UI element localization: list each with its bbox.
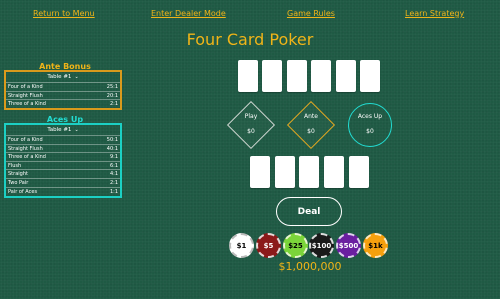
chip-100-face: $100 — [311, 241, 332, 250]
payout: 6:1 — [109, 162, 118, 169]
chip-500[interactable]: $500 — [336, 233, 361, 258]
dealer-card — [238, 60, 258, 92]
chip-100[interactable]: $100 — [309, 233, 334, 258]
chip-5[interactable]: $5 — [256, 233, 281, 258]
hand-name: Straight — [8, 171, 28, 178]
deal-button[interactable]: Deal — [276, 197, 342, 226]
chevron-down-icon: ⌄ — [74, 74, 79, 80]
top-nav: Return to Menu Enter Dealer Mode Game Ru… — [0, 9, 500, 23]
player-card — [324, 156, 344, 188]
payout: 4:1 — [109, 171, 118, 178]
dealer-card — [311, 60, 331, 92]
ante-label: Ante — [304, 113, 318, 120]
return-to-menu-link[interactable]: Return to Menu — [33, 9, 95, 18]
payout: 2:1 — [109, 101, 118, 108]
hand-name: Three of a Kind — [8, 154, 46, 161]
hand-name: Three of a Kind — [8, 101, 46, 108]
player-card — [250, 156, 270, 188]
dealer-card — [360, 60, 380, 92]
player-card — [275, 156, 295, 188]
aces-up-bet-spot[interactable] — [348, 103, 392, 147]
payout: 20:1 — [106, 92, 118, 99]
chip-1[interactable]: $1 — [229, 233, 254, 258]
enter-dealer-mode-link[interactable]: Enter Dealer Mode — [151, 9, 226, 18]
learn-strategy-link[interactable]: Learn Strategy — [405, 9, 464, 18]
aces-up-table-label: Table #1 — [47, 127, 72, 133]
paytable-row: Two Pair 2:1 — [6, 177, 120, 187]
payout: 25:1 — [106, 84, 118, 90]
payout: 1:1 — [109, 188, 118, 195]
chevron-down-icon: ⌄ — [74, 127, 79, 133]
hand-name: Four of a Kind — [8, 84, 43, 90]
payout: 9:1 — [109, 154, 118, 161]
hand-name: Pair of Aces — [8, 188, 38, 195]
play-bet-spot[interactable] — [226, 100, 276, 150]
hand-name: Straight Flush — [8, 145, 43, 152]
aces-up-spot-label: Aces Up — [357, 113, 383, 120]
page-title: Four Card Poker — [186, 30, 314, 49]
chip-1-face: $1 — [236, 241, 247, 250]
chip-5-face: $5 — [263, 241, 274, 250]
paytable-row: Pair of Aces 1:1 — [6, 186, 120, 196]
aces-up-paytable: Aces Up Table #1 ⌄ Four of a Kind 50:1 Str… — [4, 115, 122, 198]
paytable-row: Straight Flush 20:1 — [6, 90, 120, 100]
ante-bet-spot[interactable] — [286, 100, 336, 150]
ante-bonus-table-select[interactable]: Table #1 ⌄ — [6, 72, 120, 82]
paytable-row: Four of a Kind 50:1 — [6, 135, 120, 144]
payout: 2:1 — [109, 179, 118, 186]
aces-up-title: Aces Up — [46, 115, 84, 124]
paytable-row: Straight 4:1 — [6, 169, 120, 178]
paytable-row: Flush 6:1 — [6, 160, 120, 170]
paytable-row: Three of a Kind 2:1 — [6, 99, 120, 108]
ante-bonus-table-label: Table #1 — [47, 74, 72, 80]
dealer-card — [336, 60, 356, 92]
chip-1k-face: $1k — [368, 241, 383, 250]
chip-25-face: $25 — [288, 241, 303, 250]
player-card — [349, 156, 369, 188]
aces-up-table-select[interactable]: Table #1 ⌄ — [6, 125, 120, 135]
dealer-card — [262, 60, 282, 92]
ante-bonus-paytable: Ante Bonus Table #1 ⌄ Four of a Kind 25:1 … — [4, 62, 122, 110]
paytable-row: Four of a Kind 25:1 — [6, 82, 120, 91]
hand-name: Four of a Kind — [8, 137, 43, 143]
play-amount: $0 — [247, 128, 255, 135]
hand-name: Flush — [8, 162, 22, 169]
chip-25[interactable]: $25 — [283, 233, 308, 258]
payout: 50:1 — [106, 137, 118, 143]
play-label: Play — [244, 113, 258, 120]
hand-name: Two Pair — [8, 179, 29, 186]
aces-up-amount: $0 — [366, 128, 374, 135]
bankroll-amount: $1,000,000 — [278, 260, 342, 273]
chip-1k[interactable]: $1k — [363, 233, 388, 258]
ante-bonus-title: Ante Bonus — [39, 62, 91, 71]
payout: 40:1 — [106, 145, 118, 152]
ante-amount: $0 — [307, 128, 315, 135]
hand-name: Straight Flush — [8, 92, 43, 99]
paytable-row: Straight Flush 40:1 — [6, 143, 120, 153]
dealer-card — [287, 60, 307, 92]
paytable-row: Three of a Kind 9:1 — [6, 152, 120, 161]
player-card — [299, 156, 319, 188]
game-rules-link[interactable]: Game Rules — [287, 9, 335, 18]
chip-500-face: $500 — [338, 241, 359, 250]
